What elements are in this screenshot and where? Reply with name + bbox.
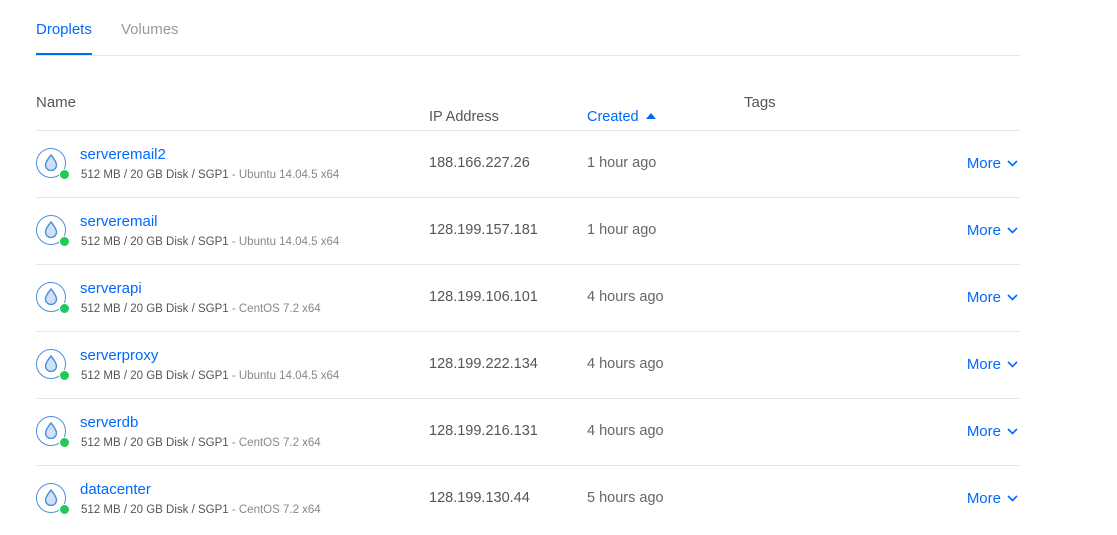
droplet-created: 5 hours ago bbox=[587, 490, 664, 506]
status-online-icon bbox=[59, 370, 70, 381]
droplet-name-link[interactable]: datacenter bbox=[80, 481, 151, 498]
droplet-name-link[interactable]: serverapi bbox=[80, 280, 142, 297]
droplet-created: 1 hour ago bbox=[587, 222, 657, 238]
status-online-icon bbox=[59, 303, 70, 314]
tab-bar: Droplets Volumes bbox=[36, 0, 1020, 56]
status-online-icon bbox=[59, 437, 70, 448]
column-header-created[interactable]: Created bbox=[587, 109, 656, 125]
more-label: More bbox=[966, 423, 1001, 440]
droplet-specs: 512 MB / 20 GB Disk / SGP1 - CentOS 7.2 … bbox=[81, 303, 321, 315]
chevron-down-icon bbox=[1007, 160, 1018, 167]
droplet-icon bbox=[44, 221, 58, 238]
more-menu-button[interactable]: More bbox=[967, 222, 1018, 239]
table-row: serveremail2 512 MB / 20 GB Disk / SGP1 … bbox=[36, 131, 1020, 198]
more-label: More bbox=[966, 222, 1001, 239]
droplet-os: - Ubuntu 14.04.5 x64 bbox=[228, 169, 340, 181]
table-row: datacenter 512 MB / 20 GB Disk / SGP1 - … bbox=[36, 466, 1020, 532]
table-row: serverapi 512 MB / 20 GB Disk / SGP1 - C… bbox=[36, 265, 1020, 332]
column-header-tags[interactable]: Tags bbox=[744, 94, 776, 111]
droplet-name-link[interactable]: serveremail bbox=[80, 213, 158, 230]
chevron-down-icon bbox=[1007, 227, 1018, 234]
chevron-down-icon bbox=[1007, 495, 1018, 502]
droplet-size: 512 MB / 20 GB Disk / SGP1 bbox=[81, 370, 229, 382]
more-menu-button[interactable]: More bbox=[967, 490, 1018, 507]
more-label: More bbox=[966, 490, 1001, 507]
column-header-created-label: Created bbox=[587, 109, 639, 125]
table-body: serveremail2 512 MB / 20 GB Disk / SGP1 … bbox=[36, 131, 1020, 532]
droplet-created: 1 hour ago bbox=[587, 155, 657, 171]
droplet-name-link[interactable]: serveremail2 bbox=[80, 146, 166, 163]
droplet-specs: 512 MB / 20 GB Disk / SGP1 - Ubuntu 14.0… bbox=[81, 370, 339, 382]
droplet-size: 512 MB / 20 GB Disk / SGP1 bbox=[81, 504, 229, 516]
droplet-specs: 512 MB / 20 GB Disk / SGP1 - Ubuntu 14.0… bbox=[81, 236, 339, 248]
droplet-size: 512 MB / 20 GB Disk / SGP1 bbox=[81, 303, 229, 315]
tab-volumes[interactable]: Volumes bbox=[121, 21, 179, 55]
more-menu-button[interactable]: More bbox=[967, 356, 1018, 373]
droplet-icon bbox=[44, 355, 58, 372]
droplet-os: - Ubuntu 14.04.5 x64 bbox=[228, 370, 340, 382]
droplet-ip: 188.166.227.26 bbox=[429, 155, 530, 171]
column-header-ip[interactable]: IP Address bbox=[429, 109, 499, 125]
droplet-size: 512 MB / 20 GB Disk / SGP1 bbox=[81, 169, 229, 181]
table-row: serverproxy 512 MB / 20 GB Disk / SGP1 -… bbox=[36, 332, 1020, 399]
table-row: serveremail 512 MB / 20 GB Disk / SGP1 -… bbox=[36, 198, 1020, 265]
column-header-name[interactable]: Name bbox=[36, 94, 76, 111]
more-label: More bbox=[966, 289, 1001, 306]
status-online-icon bbox=[59, 236, 70, 247]
table-row: serverdb 512 MB / 20 GB Disk / SGP1 - Ce… bbox=[36, 399, 1020, 466]
droplet-created: 4 hours ago bbox=[587, 289, 664, 305]
droplet-ip: 128.199.130.44 bbox=[429, 490, 530, 506]
table-header: Name IP Address Created Tags bbox=[36, 85, 1020, 131]
droplet-icon bbox=[44, 154, 58, 171]
droplet-size: 512 MB / 20 GB Disk / SGP1 bbox=[81, 236, 229, 248]
more-label: More bbox=[966, 356, 1001, 373]
droplet-icon bbox=[44, 489, 58, 506]
droplet-specs: 512 MB / 20 GB Disk / SGP1 - CentOS 7.2 … bbox=[81, 504, 321, 516]
droplets-table: Name IP Address Created Tags serveremail… bbox=[36, 85, 1020, 532]
chevron-down-icon bbox=[1007, 361, 1018, 368]
more-label: More bbox=[966, 155, 1001, 172]
droplet-icon bbox=[44, 422, 58, 439]
droplet-ip: 128.199.216.131 bbox=[429, 423, 538, 439]
sort-ascending-icon bbox=[645, 113, 656, 119]
droplet-os: - Ubuntu 14.04.5 x64 bbox=[228, 236, 340, 248]
tab-droplets[interactable]: Droplets bbox=[36, 21, 92, 55]
droplet-icon bbox=[44, 288, 58, 305]
droplet-created: 4 hours ago bbox=[587, 423, 664, 439]
droplet-ip: 128.199.157.181 bbox=[429, 222, 538, 238]
chevron-down-icon bbox=[1007, 428, 1018, 435]
droplet-specs: 512 MB / 20 GB Disk / SGP1 - CentOS 7.2 … bbox=[81, 437, 321, 449]
droplet-ip: 128.199.106.101 bbox=[429, 289, 538, 305]
chevron-down-icon bbox=[1007, 294, 1018, 301]
droplet-created: 4 hours ago bbox=[587, 356, 664, 372]
more-menu-button[interactable]: More bbox=[967, 155, 1018, 172]
more-menu-button[interactable]: More bbox=[967, 423, 1018, 440]
more-menu-button[interactable]: More bbox=[967, 289, 1018, 306]
droplet-size: 512 MB / 20 GB Disk / SGP1 bbox=[81, 437, 229, 449]
status-online-icon bbox=[59, 504, 70, 515]
droplet-name-link[interactable]: serverproxy bbox=[80, 347, 158, 364]
droplet-os: - CentOS 7.2 x64 bbox=[228, 504, 321, 516]
status-online-icon bbox=[59, 169, 70, 180]
droplet-ip: 128.199.222.134 bbox=[429, 356, 538, 372]
droplet-name-link[interactable]: serverdb bbox=[80, 414, 138, 431]
droplet-specs: 512 MB / 20 GB Disk / SGP1 - Ubuntu 14.0… bbox=[81, 169, 339, 181]
droplet-os: - CentOS 7.2 x64 bbox=[228, 437, 321, 449]
droplet-os: - CentOS 7.2 x64 bbox=[228, 303, 321, 315]
